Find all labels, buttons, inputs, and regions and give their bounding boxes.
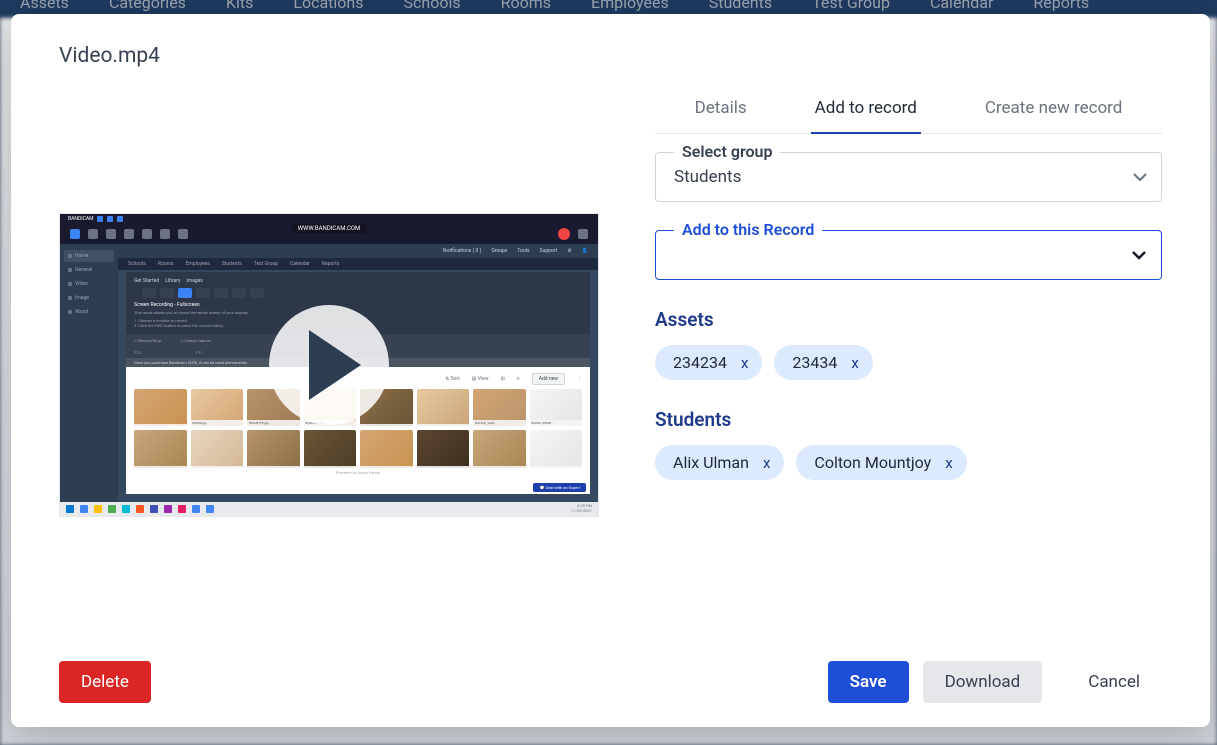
play-button[interactable] xyxy=(269,305,389,425)
add-to-record-legend: Add to this Record xyxy=(674,220,822,239)
select-group-field: Select group Students xyxy=(655,152,1162,202)
modal-footer: Delete Save Download Cancel xyxy=(59,661,1162,703)
select-group-legend: Select group xyxy=(674,142,780,161)
students-chips: Alix Ulman x Colton Mountjoy x xyxy=(655,445,1162,480)
chip-remove[interactable]: x xyxy=(763,454,770,472)
tab-add-to-record[interactable]: Add to record xyxy=(811,88,921,134)
download-button[interactable]: Download xyxy=(923,661,1043,703)
chip-label: Colton Mountjoy xyxy=(814,453,931,472)
tab-details[interactable]: Details xyxy=(691,88,751,134)
asset-chip: 23434 x xyxy=(774,345,872,380)
chip-remove[interactable]: x xyxy=(851,354,858,372)
chip-label: 23434 xyxy=(792,353,837,372)
modal-title: Video.mp4 xyxy=(59,44,1162,68)
assets-heading: Assets xyxy=(655,308,1162,331)
save-button[interactable]: Save xyxy=(828,661,909,703)
chip-label: 234234 xyxy=(673,353,727,372)
assets-chips: 234234 x 23434 x xyxy=(655,345,1162,380)
asset-chip: 234234 x xyxy=(655,345,762,380)
chip-label: Alix Ulman xyxy=(673,453,749,472)
delete-button[interactable]: Delete xyxy=(59,661,151,703)
students-heading: Students xyxy=(655,408,1162,431)
tab-bar: Details Add to record Create new record xyxy=(655,88,1162,134)
play-icon xyxy=(309,330,361,400)
chip-remove[interactable]: x xyxy=(741,354,748,372)
student-chip: Alix Ulman x xyxy=(655,445,784,480)
add-to-record-field: Add to this Record xyxy=(655,230,1162,280)
tab-create-new-record[interactable]: Create new record xyxy=(981,88,1127,134)
video-preview: BANDICAM WWW.BANDICAM.COM xyxy=(59,213,599,517)
chip-remove[interactable]: x xyxy=(945,454,952,472)
student-chip: Colton Mountjoy x xyxy=(796,445,966,480)
video-modal: Video.mp4 BANDICAM WWW.BANDICAM.COM xyxy=(11,14,1210,727)
cancel-button[interactable]: Cancel xyxy=(1066,661,1162,703)
